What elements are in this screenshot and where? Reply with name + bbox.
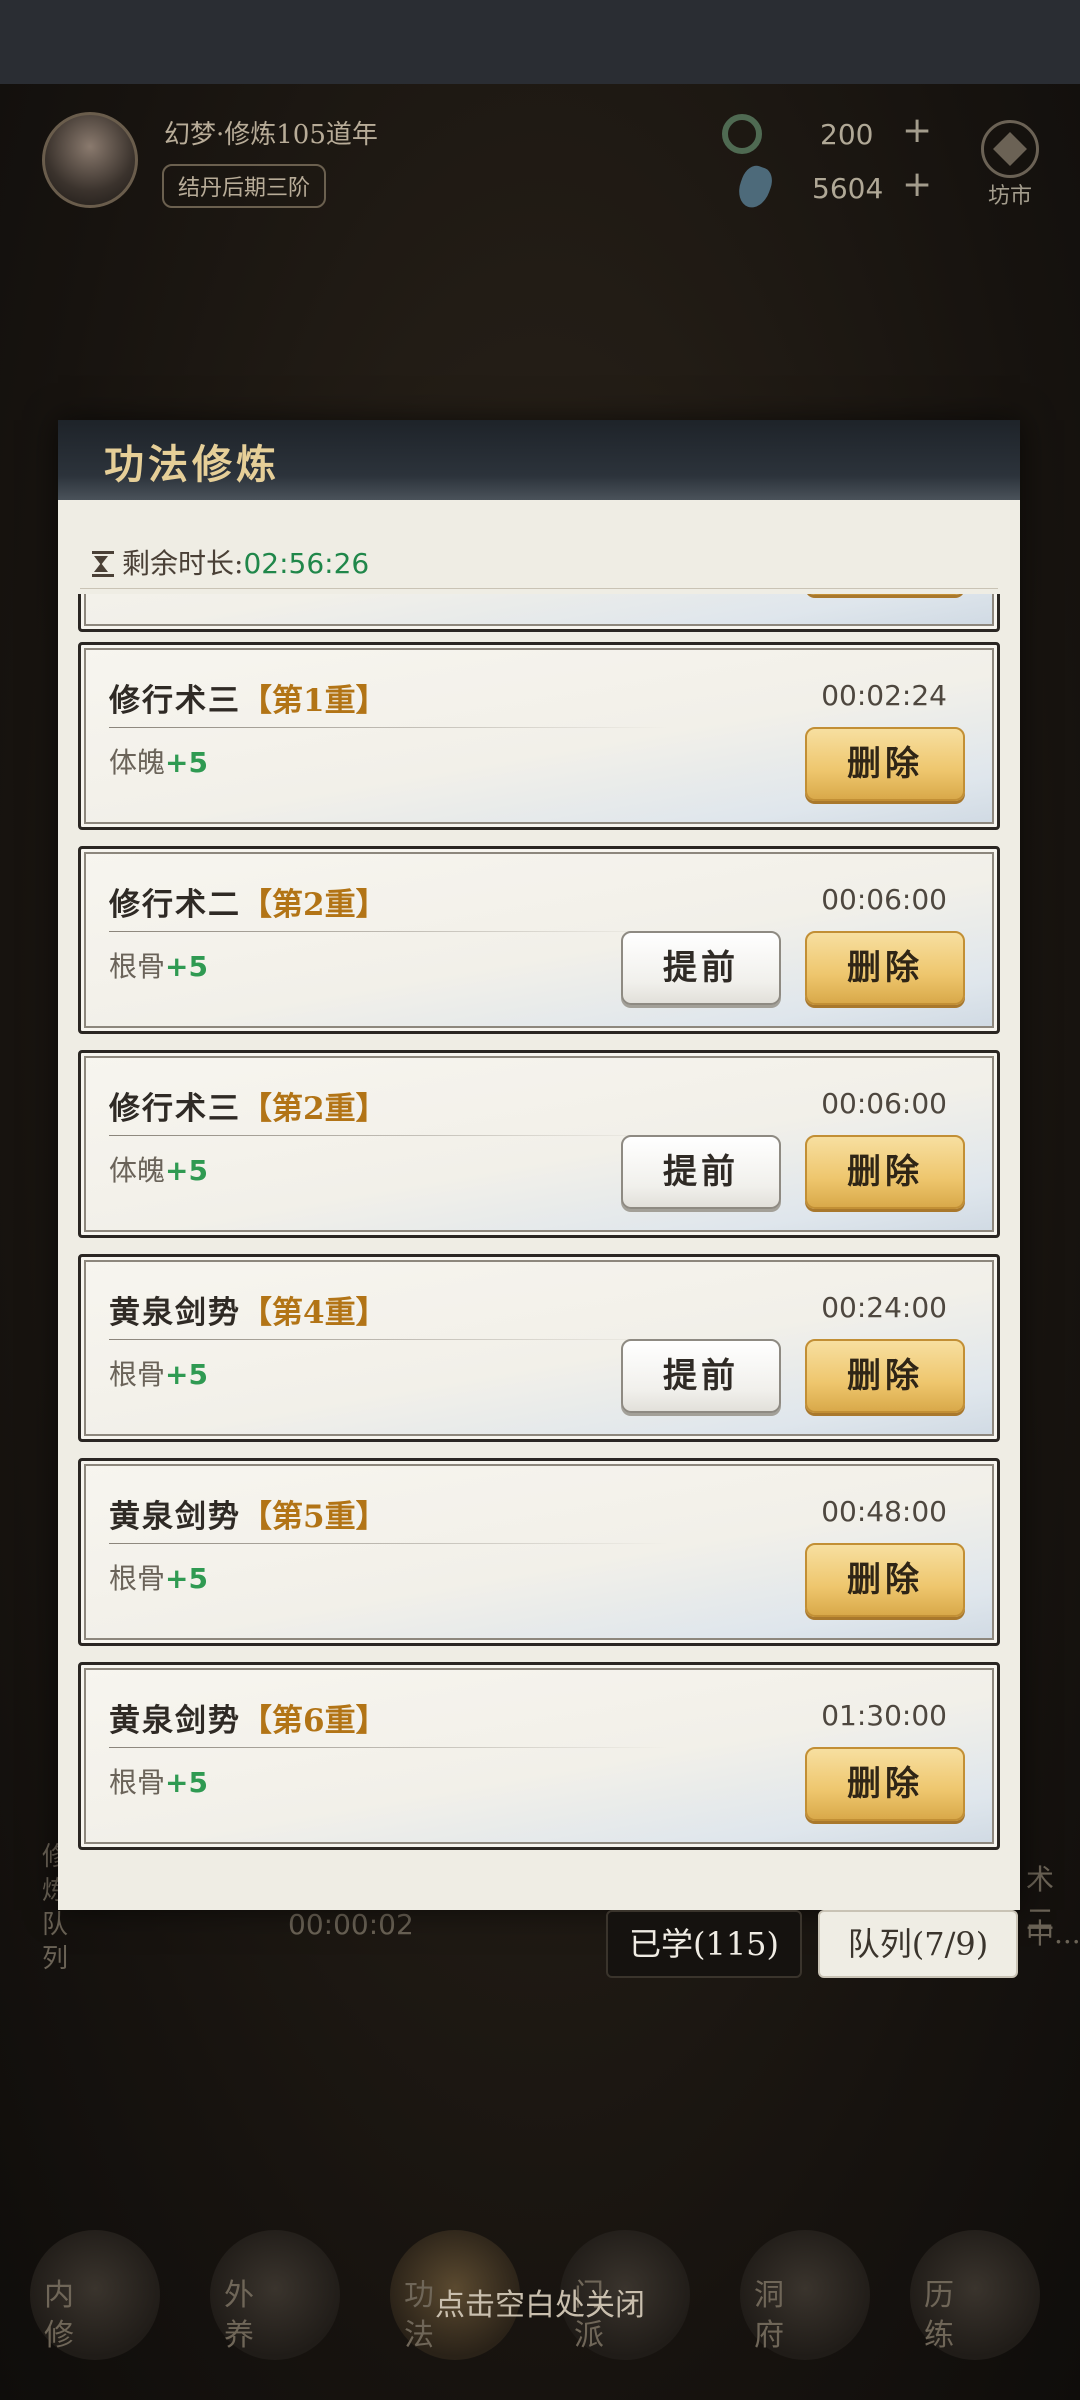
technique-name: 修行术三 [109,683,241,719]
card-divider [109,1543,669,1544]
attr-bonus: +5 [165,950,208,983]
jade-value: 200 [820,118,874,151]
realm-badge: 结丹后期三阶 [162,164,327,208]
technique-level: 【第4重】 [241,1295,387,1331]
cultivation-modal: 功法修炼 剩余时长:02:56:26 修行术三 【第1重】 体魄+5 00:02… [58,420,1020,1910]
modal-header: 功法修炼 [58,420,1020,500]
technique-name: 黄泉剑势 [109,1703,241,1739]
list-item: 修行术三 【第1重】 体魄+5 00:02:24 删除 [78,642,1000,830]
technique-level: 【第6重】 [241,1703,387,1739]
list-item: 修行术二 【第2重】 根骨+5 00:06:00 提前 删除 [78,846,1000,1034]
market-icon [981,120,1039,178]
attr-name: 根骨 [109,1766,166,1799]
remaining-value: 02:56:26 [243,547,370,580]
top-status-band [0,0,1080,84]
player-name: 幻梦·修炼105道年 [164,120,378,150]
delete-button[interactable]: 删除 [805,1339,965,1413]
delete-button[interactable]: 删除 [805,931,965,1005]
delete-button[interactable]: 删除 [805,727,965,801]
card-divider [109,1339,669,1340]
technique-attr: 体魄+5 [109,1149,208,1189]
attr-bonus: +5 [165,1154,208,1187]
tab-queue[interactable]: 队列(7/9) [818,1910,1018,1978]
technique-time: 00:48:00 [821,1495,947,1528]
jade-add-button[interactable]: + [902,110,932,151]
technique-name: 黄泉剑势 [109,1499,241,1535]
attr-name: 体魄 [109,746,166,779]
technique-time: 00:24:00 [821,1291,947,1324]
technique-attr: 体魄+5 [109,741,208,781]
stone-add-button[interactable]: + [902,164,932,205]
list-item: 黄泉剑势 【第5重】 根骨+5 00:48:00 删除 [78,1458,1000,1646]
technique-time: 00:02:24 [821,679,947,712]
attr-name: 根骨 [109,1562,166,1595]
modal-title: 功法修炼 [104,441,280,488]
divider [80,588,998,589]
delete-button[interactable]: 删除 [805,1543,965,1617]
advance-button[interactable]: 提前 [621,1135,781,1209]
advance-button[interactable]: 提前 [621,1339,781,1413]
market-label: 坊市 [987,184,1032,209]
technique-name: 修行术三 [109,1091,241,1127]
list-item-partial [78,594,1000,632]
market-button[interactable]: 坊市 [972,120,1048,209]
list-item: 修行术三 【第2重】 体魄+5 00:06:00 提前 删除 [78,1050,1000,1238]
card-divider [109,727,669,728]
attr-bonus: +5 [165,1766,208,1799]
bg-queue-timer: 00:00:02 [288,1908,414,1941]
avatar[interactable] [42,112,138,208]
technique-name: 修行术二 [109,887,241,923]
queue-list[interactable]: 修行术三 【第1重】 体魄+5 00:02:24 删除 修行术二 【第2重】 根… [78,594,1000,1890]
remaining-label: 剩余时长: [122,547,244,580]
technique-name: 黄泉剑势 [109,1295,241,1331]
remaining-time: 剩余时长:02:56:26 [92,542,369,582]
technique-time: 00:06:00 [821,883,947,916]
technique-attr: 根骨+5 [109,945,208,985]
list-item: 黄泉剑势 【第4重】 根骨+5 00:24:00 提前 删除 [78,1254,1000,1442]
list-item: 黄泉剑势 【第6重】 根骨+5 01:30:00 删除 [78,1662,1000,1850]
jade-ring-icon [722,114,762,154]
technique-level: 【第1重】 [241,683,387,719]
technique-level: 【第2重】 [241,1091,387,1127]
technique-time: 01:30:00 [821,1699,947,1732]
technique-time: 00:06:00 [821,1087,947,1120]
tab-learned[interactable]: 已学(115) [606,1910,802,1978]
delete-button[interactable]: 删除 [805,1747,965,1821]
advance-button[interactable]: 提前 [621,931,781,1005]
hourglass-icon [92,551,114,577]
delete-button[interactable] [805,594,965,595]
attr-name: 体魄 [109,1154,166,1187]
card-divider [109,1747,669,1748]
close-hint[interactable]: 点击空白处关闭 [0,2280,1080,2324]
attr-name: 根骨 [109,1358,166,1391]
technique-attr: 根骨+5 [109,1557,208,1597]
technique-attr: 根骨+5 [109,1353,208,1393]
attr-bonus: +5 [165,1562,208,1595]
stone-value: 5604 [812,172,884,205]
card-divider [109,931,669,932]
technique-attr: 根骨+5 [109,1761,208,1801]
attr-bonus: +5 [165,746,208,779]
card-divider [109,1135,669,1136]
technique-level: 【第2重】 [241,887,387,923]
attr-bonus: +5 [165,1358,208,1391]
attr-name: 根骨 [109,950,166,983]
technique-level: 【第5重】 [241,1499,387,1535]
delete-button[interactable]: 删除 [805,1135,965,1209]
bg-side-right-sub: 中... [1026,1917,1080,1950]
